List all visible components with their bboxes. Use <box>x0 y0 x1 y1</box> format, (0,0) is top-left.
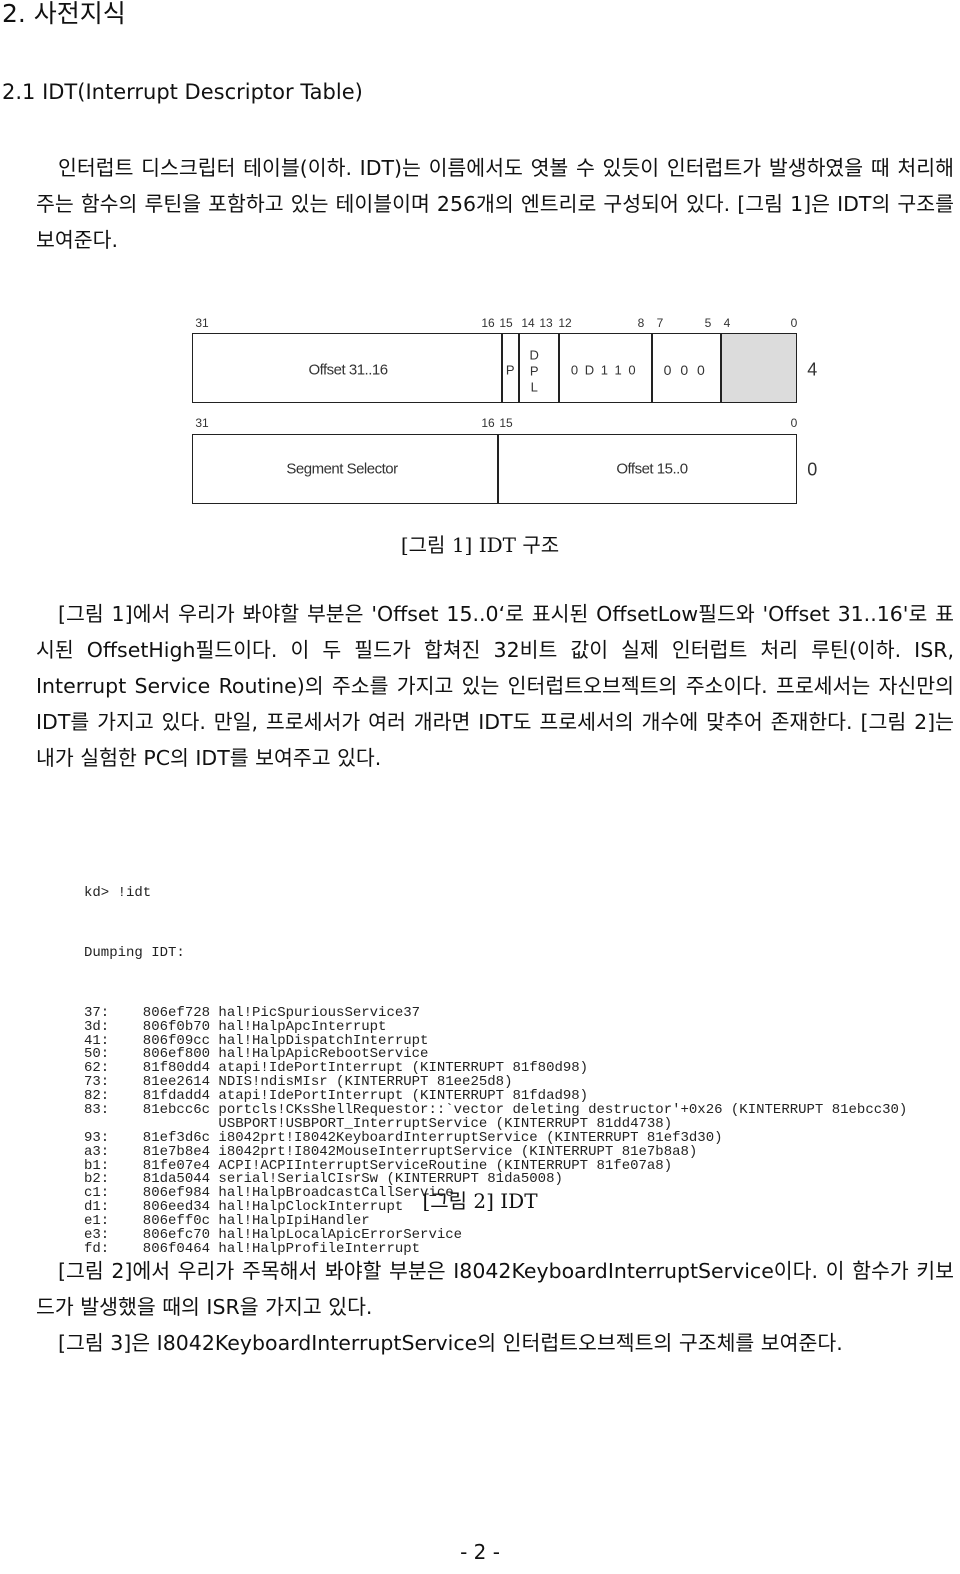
dpl-label: P <box>529 363 539 379</box>
byte-offset-label: 0 <box>807 459 817 480</box>
bit-label: 0 <box>790 416 798 430</box>
idt-low-dword <box>192 434 797 504</box>
paragraph-figure3: [그림 3]은 I8042KeyboardInterruptService의 인… <box>58 1331 843 1355</box>
bit-label: 31 <box>195 416 209 430</box>
segment-selector-label: Segment Selector <box>286 460 398 478</box>
figure1-caption: [그림 1] IDT 구조 <box>400 533 560 557</box>
command-line: kd> !idt <box>84 885 152 901</box>
bit-label: 8 <box>637 316 645 330</box>
dpl-label: D <box>529 347 539 363</box>
type-bits-label: 0 D 1 1 0 <box>570 362 636 378</box>
bit-label: 16 <box>481 316 495 330</box>
p-label: P <box>505 362 515 378</box>
bit-label: 13 <box>539 316 553 330</box>
bit-label: 12 <box>558 316 572 330</box>
figure2-caption: [그림 2] IDT <box>422 1189 538 1213</box>
bit-label: 0 <box>790 316 798 330</box>
bit-label: 5 <box>704 316 712 330</box>
offset-low-label: Offset 15..0 <box>616 460 688 478</box>
page-number: - 2 - <box>460 1540 500 1564</box>
paragraph-offset: [그림 1]에서 우리가 봐야할 부분은 'Offset 15..0‘로 표시된… <box>36 602 954 770</box>
bit-label: 31 <box>195 316 209 330</box>
bit-label: 7 <box>656 316 664 330</box>
offset-high-label: Offset 31..16 <box>308 361 388 379</box>
dpl-label: L <box>530 379 538 395</box>
byte-offset-label: 4 <box>807 359 817 380</box>
bit-label: 15 <box>499 316 513 330</box>
zero-bits-label: 0 0 0 <box>663 362 705 378</box>
dump-header: Dumping IDT: <box>84 944 185 961</box>
idt-high-dword <box>192 333 797 403</box>
reserved-field <box>721 334 796 402</box>
bit-label: 16 <box>481 416 495 430</box>
idt-structure-diagram: 31 16 15 14 13 12 8 7 5 4 0 Offset 31..1… <box>0 0 960 520</box>
paragraph-keyboard: [그림 2]에서 우리가 주목해서 봐야할 부분은 I8042KeyboardI… <box>36 1259 954 1319</box>
bit-label: 14 <box>521 316 535 330</box>
bit-label: 15 <box>499 416 513 430</box>
bit-label: 4 <box>723 316 731 330</box>
